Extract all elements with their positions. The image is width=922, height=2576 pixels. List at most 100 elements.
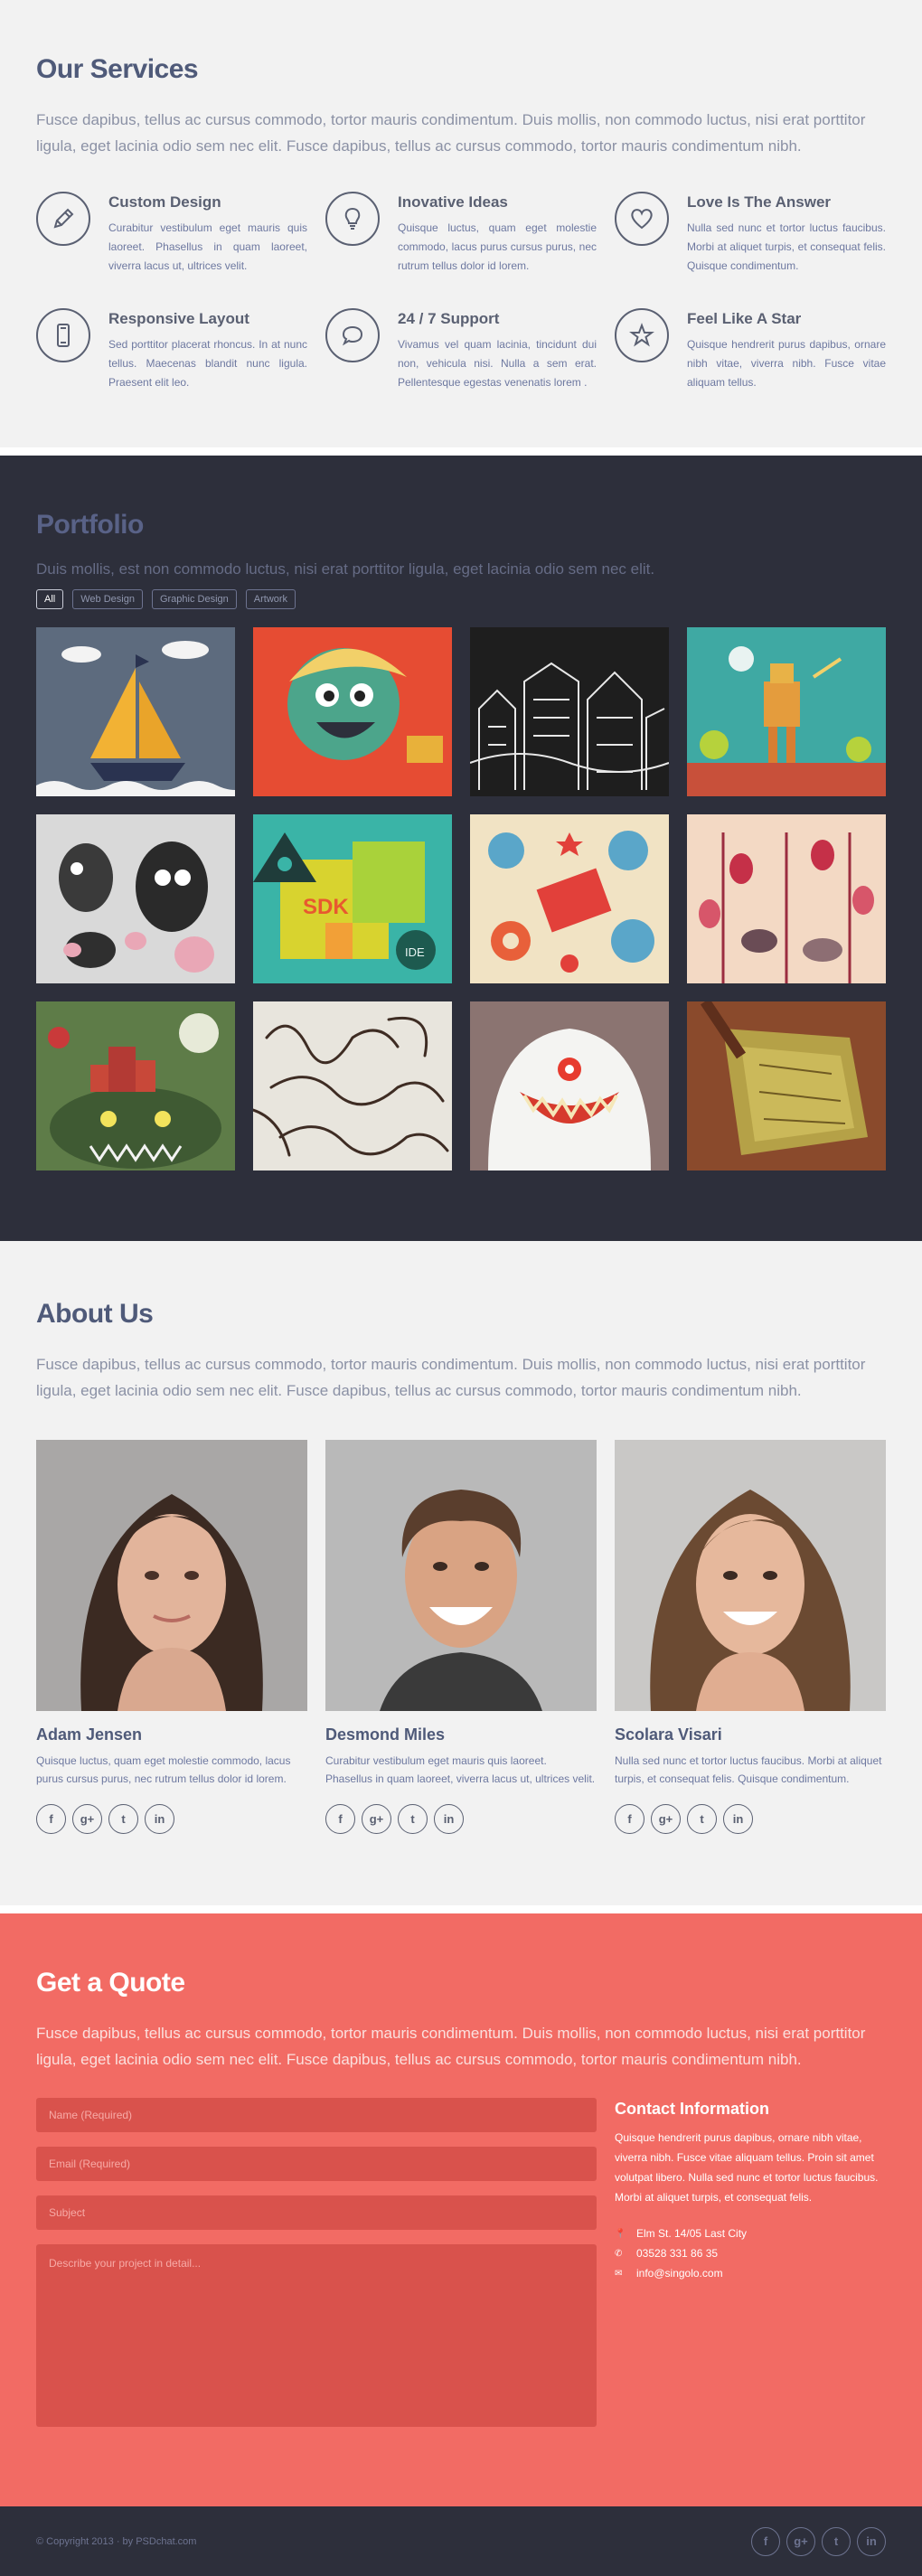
member-photo: [615, 1440, 886, 1711]
monster-doodles-illustration[interactable]: [36, 814, 235, 983]
service-text: Quisque hendrerit purus dapibus, ornare …: [687, 338, 886, 389]
service-title: Inovative Ideas: [398, 193, 508, 211]
quote-intro: Fusce dapibus, tellus ac cursus commodo,…: [36, 2025, 866, 2068]
service-title: Feel Like A Star: [687, 310, 802, 327]
sdk-abstract-illustration[interactable]: SDK IDE: [253, 814, 452, 983]
contact-email: ✉ info@singolo.com: [615, 2267, 886, 2280]
service-item: Custom Design Curabitur vestibulum eget …: [36, 192, 307, 276]
filter-artwork[interactable]: Artwork: [245, 589, 296, 609]
footer-socials: f g+ t in: [751, 2526, 886, 2556]
member-photo: [325, 1440, 597, 1711]
portfolio-subtitle: Duis mollis, est non commodo luctus, nis…: [36, 560, 655, 578]
green-castle-monster-illustration[interactable]: [36, 1001, 235, 1170]
services-title: Our Services: [36, 54, 199, 84]
name-input[interactable]: [36, 2098, 597, 2132]
service-text: Curabitur vestibulum eget mauris quis la…: [108, 221, 307, 272]
portfolio-filters: All Web Design Graphic Design Artwork: [36, 589, 886, 609]
white-yeti-illustration[interactable]: [470, 1001, 669, 1170]
doodle-city-illustration[interactable]: [470, 627, 669, 796]
service-title: Custom Design: [108, 193, 221, 211]
service-item: Love Is The Answer Nulla sed nunc et tor…: [615, 192, 886, 276]
phone-icon: ✆: [615, 2248, 623, 2259]
message-textarea[interactable]: [36, 2244, 597, 2427]
contact-address: 📍 Elm St. 14/05 Last City: [615, 2227, 886, 2240]
member-socials: f g+ t in: [325, 1804, 597, 1834]
section-divider: [0, 1905, 922, 1913]
portfolio-section: Portfolio Duis mollis, est non commodo l…: [0, 456, 922, 1241]
member-name: Scolara Visari: [615, 1725, 722, 1744]
quote-section: Get a Quote Fusce dapibus, tellus ac cur…: [0, 1913, 922, 2506]
mobile-icon: [36, 308, 90, 362]
section-divider: [0, 447, 922, 456]
twitter-icon[interactable]: t: [687, 1804, 717, 1834]
linkedin-icon[interactable]: in: [723, 1804, 753, 1834]
star-icon: [615, 308, 669, 362]
facebook-icon[interactable]: f: [615, 1804, 644, 1834]
services-intro: Fusce dapibus, tellus ac cursus commodo,…: [36, 111, 866, 155]
service-text: Quisque luctus, quam eget molestie commo…: [398, 221, 597, 272]
team-member: Scolara Visari Nulla sed nunc et tortor …: [615, 1440, 886, 1834]
google-plus-icon[interactable]: g+: [651, 1804, 681, 1834]
twitter-icon[interactable]: t: [822, 2526, 851, 2556]
contact-info: Contact Information Quisque hendrerit pu…: [615, 2098, 886, 2441]
contact-text: Quisque hendrerit purus dapibus, ornare …: [615, 2131, 879, 2204]
facebook-icon[interactable]: f: [36, 1804, 66, 1834]
email-input[interactable]: [36, 2147, 597, 2181]
team-member: Desmond Miles Curabitur vestibulum eget …: [325, 1440, 597, 1834]
filter-web-design[interactable]: Web Design: [72, 589, 143, 609]
green-monster-illustration[interactable]: [253, 627, 452, 796]
service-item: Inovative Ideas Quisque luctus, quam ege…: [325, 192, 597, 276]
email-link[interactable]: info@singolo.com: [636, 2267, 723, 2280]
service-item: 24 / 7 Support Vivamus vel quam lacinia,…: [325, 308, 597, 392]
portfolio-title: Portfolio: [36, 510, 144, 540]
service-text: Sed porttitor placerat rhoncus. In at nu…: [108, 338, 307, 389]
linkedin-icon[interactable]: in: [434, 1804, 464, 1834]
service-title: Love Is The Answer: [687, 193, 832, 211]
linkedin-icon[interactable]: in: [857, 2526, 886, 2556]
google-plus-icon[interactable]: g+: [362, 1804, 391, 1834]
filter-graphic-design[interactable]: Graphic Design: [151, 589, 237, 609]
filter-all[interactable]: All: [36, 589, 64, 609]
brown-abstract-illustration[interactable]: [687, 1001, 886, 1170]
about-intro: Fusce dapibus, tellus ac cursus commodo,…: [36, 1356, 866, 1399]
services-grid: Custom Design Curabitur vestibulum eget …: [36, 192, 886, 392]
pencil-icon: [36, 192, 90, 246]
contact-phone: ✆ 03528 331 86 35: [615, 2247, 886, 2260]
service-item: Feel Like A Star Quisque hendrerit purus…: [615, 308, 886, 392]
svg-text:IDE: IDE: [405, 945, 425, 959]
member-text: Quisque luctus, quam eget molestie commo…: [36, 1754, 291, 1785]
service-text: Vivamus vel quam lacinia, tincidunt dui …: [398, 338, 597, 389]
hand-lettering-illustration[interactable]: [253, 1001, 452, 1170]
facebook-icon[interactable]: f: [325, 1804, 355, 1834]
svg-text:SDK: SDK: [303, 895, 349, 919]
robots-pattern-illustration[interactable]: [470, 814, 669, 983]
member-photo: [36, 1440, 307, 1711]
twitter-icon[interactable]: t: [398, 1804, 428, 1834]
team-member: Adam Jensen Quisque luctus, quam eget mo…: [36, 1440, 307, 1834]
google-plus-icon[interactable]: g+: [786, 2526, 815, 2556]
heart-icon: [615, 192, 669, 246]
birds-eggs-pattern-illustration[interactable]: [687, 814, 886, 983]
subject-input[interactable]: [36, 2195, 597, 2230]
about-title: About Us: [36, 1299, 154, 1329]
member-socials: f g+ t in: [615, 1804, 886, 1834]
address-text: Elm St. 14/05 Last City: [636, 2227, 748, 2240]
lightbulb-icon: [325, 192, 380, 246]
member-name: Desmond Miles: [325, 1725, 446, 1744]
linkedin-icon[interactable]: in: [145, 1804, 174, 1834]
portfolio-grid: SDK IDE: [36, 627, 886, 1170]
quote-title: Get a Quote: [36, 1968, 185, 1998]
sailboat-illustration[interactable]: [36, 627, 235, 796]
quote-form: [36, 2098, 597, 2441]
twitter-icon[interactable]: t: [108, 1804, 138, 1834]
service-title: Responsive Layout: [108, 310, 249, 327]
facebook-icon[interactable]: f: [751, 2526, 780, 2556]
member-text: Nulla sed nunc et tortor luctus faucibus…: [615, 1754, 882, 1785]
robot-in-desert-illustration[interactable]: [687, 627, 886, 796]
about-section: About Us Fusce dapibus, tellus ac cursus…: [0, 1241, 922, 1905]
services-section: Our Services Fusce dapibus, tellus ac cu…: [0, 0, 922, 447]
google-plus-icon[interactable]: g+: [72, 1804, 102, 1834]
member-socials: f g+ t in: [36, 1804, 307, 1834]
member-text: Curabitur vestibulum eget mauris quis la…: [325, 1754, 596, 1785]
phone-text: 03528 331 86 35: [636, 2247, 719, 2260]
